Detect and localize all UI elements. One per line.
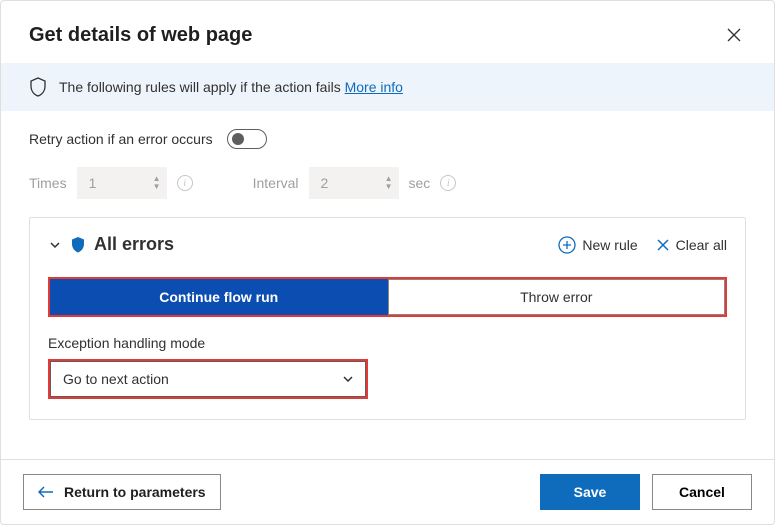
handling-mode-select[interactable]: Go to next action: [50, 361, 366, 397]
save-button[interactable]: Save: [540, 474, 640, 510]
times-input[interactable]: 1 ▲▼: [77, 167, 167, 199]
interval-input[interactable]: 2 ▲▼: [309, 167, 399, 199]
x-icon: [656, 238, 670, 252]
seconds-label: sec: [409, 175, 431, 191]
clear-all-button[interactable]: Clear all: [656, 237, 727, 253]
spinner-arrows-icon: ▲▼: [153, 175, 161, 191]
flow-mode-segments: Continue flow run Throw error: [48, 277, 727, 317]
handling-value: Go to next action: [63, 371, 169, 387]
plus-circle-icon: [558, 236, 576, 254]
spinner-arrows-icon: ▲▼: [385, 175, 393, 191]
return-label: Return to parameters: [64, 484, 206, 500]
times-label: Times: [29, 175, 67, 191]
retry-label: Retry action if an error occurs: [29, 131, 213, 147]
shield-icon: [29, 77, 47, 97]
continue-flow-tab[interactable]: Continue flow run: [50, 279, 388, 315]
dialog-title: Get details of web page: [29, 24, 252, 47]
arrow-left-icon: [38, 485, 54, 499]
close-icon: [727, 28, 741, 42]
banner-text: The following rules will apply if the ac…: [59, 79, 341, 95]
interval-label: Interval: [253, 175, 299, 191]
return-button[interactable]: Return to parameters: [23, 474, 221, 510]
handling-label: Exception handling mode: [48, 335, 727, 351]
new-rule-label: New rule: [582, 237, 637, 253]
new-rule-button[interactable]: New rule: [558, 236, 637, 254]
times-value: 1: [89, 175, 97, 191]
chevron-down-icon: [341, 372, 355, 386]
shield-icon: [70, 236, 86, 254]
info-icon[interactable]: i: [440, 175, 456, 191]
chevron-down-icon[interactable]: [48, 238, 62, 252]
info-banner: The following rules will apply if the ac…: [1, 63, 774, 111]
errors-heading: All errors: [94, 234, 174, 255]
close-button[interactable]: [718, 19, 750, 51]
more-info-link[interactable]: More info: [345, 79, 403, 95]
retry-toggle[interactable]: [227, 129, 267, 149]
cancel-button[interactable]: Cancel: [652, 474, 752, 510]
interval-value: 2: [321, 175, 329, 191]
info-icon[interactable]: i: [177, 175, 193, 191]
errors-panel: All errors New rule Clear all Continue f…: [29, 217, 746, 420]
throw-error-tab[interactable]: Throw error: [388, 279, 726, 315]
toggle-knob-icon: [232, 133, 244, 145]
clear-all-label: Clear all: [676, 237, 727, 253]
